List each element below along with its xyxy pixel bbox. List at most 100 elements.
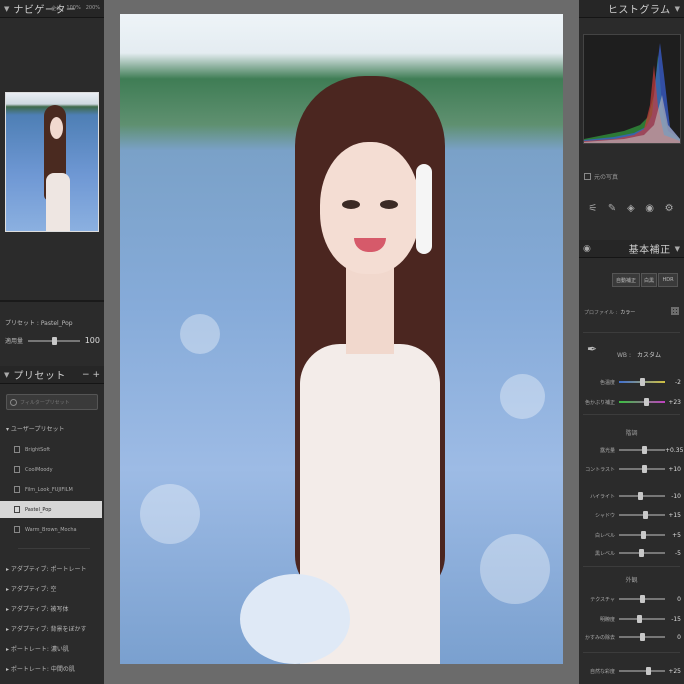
slider-thumb[interactable] xyxy=(640,595,645,603)
slider-track[interactable] xyxy=(619,511,665,519)
preset-item[interactable]: Warm_Brown_Mocha xyxy=(0,521,102,538)
toggle-circle-icon[interactable]: ◉ xyxy=(583,244,591,254)
slider-label: シャドウ xyxy=(594,512,615,519)
histogram-header[interactable]: ヒストグラム ▼ xyxy=(579,0,684,18)
eyedropper-icon[interactable]: ✒ xyxy=(587,342,597,356)
slider-thumb[interactable] xyxy=(637,492,643,500)
settings-icon[interactable]: ⚙ xyxy=(665,203,674,214)
mask-icon[interactable]: ◈ xyxy=(627,203,635,214)
user-presets-group[interactable]: ▾ ユーザープリセット xyxy=(6,424,64,433)
bw-button[interactable]: 白黒 xyxy=(641,273,657,287)
slider-track[interactable] xyxy=(619,615,665,623)
slider-thumb[interactable] xyxy=(639,549,645,557)
profile-value[interactable]: カラー xyxy=(620,310,635,316)
slider-thumb[interactable] xyxy=(643,398,649,406)
basic-slider-row[interactable]: コントラスト +10 xyxy=(583,464,681,474)
slider-thumb[interactable] xyxy=(642,465,648,473)
basic-slider-row[interactable]: 色温度 -2 xyxy=(583,377,681,387)
slider-label: 黒レベル xyxy=(594,550,615,557)
slider-thumb[interactable] xyxy=(643,511,649,519)
slider-value[interactable]: +10 xyxy=(665,466,681,473)
slider-thumb[interactable] xyxy=(640,633,645,641)
amount-slider-thumb[interactable] xyxy=(51,336,57,345)
basic-slider-row[interactable]: 黒レベル -5 xyxy=(583,548,681,558)
slider-track[interactable] xyxy=(619,633,665,641)
preset-folder-label: アダプティブ: 背景をぼかす xyxy=(10,626,87,633)
slider-thumb[interactable] xyxy=(636,615,642,623)
preset-folder[interactable]: ▸ アダプティブ: 空 xyxy=(6,584,57,593)
basic-slider-row[interactable]: 白レベル +5 xyxy=(583,530,681,540)
slider-value[interactable]: +23 xyxy=(665,399,681,406)
preset-folder[interactable]: ▸ アダプティブ: 被写体 xyxy=(6,604,69,613)
redeye-icon[interactable]: ◉ xyxy=(645,203,654,214)
presets-header[interactable]: ▼ プリセット − + xyxy=(0,366,104,384)
heal-icon[interactable]: ✎ xyxy=(608,203,616,214)
auto-button[interactable]: 自動補正 xyxy=(612,273,640,287)
basic-slider-row[interactable]: 明瞭度 -15 xyxy=(583,614,681,624)
add-remove-preset-buttons[interactable]: − + xyxy=(82,370,100,380)
basic-slider-row[interactable]: ハイライト -10 xyxy=(583,491,681,501)
collapse-triangle-icon[interactable]: ▼ xyxy=(675,245,680,253)
slider-value[interactable]: +0.35 xyxy=(665,447,683,454)
photo-canvas[interactable] xyxy=(104,0,579,684)
basic-slider-row[interactable]: かすみの除去 0 xyxy=(583,632,681,642)
basic-slider-row[interactable]: 自然な彩度 +25 xyxy=(583,666,681,676)
hdr-button[interactable]: HDR xyxy=(658,273,678,287)
collapse-triangle-icon[interactable]: ▼ xyxy=(675,5,680,13)
preset-item-label: Film_Look_FUJIFILM xyxy=(25,486,73,493)
divider xyxy=(583,652,680,653)
wb-value[interactable]: カスタム xyxy=(637,352,661,359)
show-original-toggle[interactable]: 元の写真 xyxy=(584,172,618,181)
basic-slider-row[interactable]: テクスチャ 0 xyxy=(583,594,681,604)
zoom-100[interactable]: 100% xyxy=(66,5,80,12)
basic-header[interactable]: ◉ 基本補正 ▼ xyxy=(579,240,684,258)
checkbox-icon[interactable] xyxy=(584,173,591,180)
preset-folder[interactable]: ▸ アダプティブ: 背景をぼかす xyxy=(6,624,87,633)
preset-item[interactable]: CoolMoody xyxy=(0,461,102,478)
slider-thumb[interactable] xyxy=(640,531,646,539)
preset-folder[interactable]: ▸ ポートレート: 中間の肌 xyxy=(6,664,75,673)
preset-folder[interactable]: ▸ ポートレート: 濃い肌 xyxy=(6,644,69,653)
slider-value[interactable]: -15 xyxy=(665,616,681,623)
slider-thumb[interactable] xyxy=(645,667,651,675)
preset-item[interactable]: Film_Look_FUJIFILM xyxy=(0,481,102,498)
zoom-fit[interactable]: 全体 xyxy=(51,5,61,12)
slider-value[interactable]: +25 xyxy=(665,668,681,675)
preset-item[interactable]: Pastel_Pop xyxy=(0,501,102,518)
slider-track[interactable] xyxy=(619,398,665,406)
slider-value[interactable]: -5 xyxy=(665,550,681,557)
profile-browser-icon[interactable] xyxy=(671,307,679,315)
basic-slider-row[interactable]: シャドウ +15 xyxy=(583,510,681,520)
zoom-200[interactable]: 200% xyxy=(86,5,100,12)
navigator-thumbnail[interactable] xyxy=(5,92,99,232)
amount-slider[interactable] xyxy=(28,336,80,345)
basic-slider-row[interactable]: 露光量 +0.35 xyxy=(583,445,683,455)
slider-value[interactable]: -2 xyxy=(665,379,681,386)
slider-value[interactable]: +5 xyxy=(665,532,681,539)
slider-track[interactable] xyxy=(619,378,665,386)
slider-thumb[interactable] xyxy=(641,446,647,454)
collapse-triangle-icon[interactable]: ▼ xyxy=(4,371,9,379)
collapse-triangle-icon[interactable]: ▼ xyxy=(4,5,9,13)
preset-item[interactable]: BrightSoft xyxy=(0,441,102,458)
slider-track[interactable] xyxy=(619,465,665,473)
slider-track[interactable] xyxy=(619,667,665,675)
slider-track[interactable] xyxy=(619,531,665,539)
slider-value[interactable]: +15 xyxy=(665,512,681,519)
preset-folder[interactable]: ▸ アダプティブ: ポートレート xyxy=(6,564,87,573)
preset-search-input[interactable]: フィルタープリセット xyxy=(6,394,98,410)
wb-row[interactable]: WB : カスタム xyxy=(617,350,661,359)
profile-row[interactable]: プロファイル : カラー xyxy=(584,309,635,316)
navigator-header[interactable]: ▼ ナビゲーター 全体 100% 200% xyxy=(0,0,104,18)
basic-slider-row[interactable]: 色かぶり補正 +23 xyxy=(583,397,681,407)
slider-value[interactable]: -10 xyxy=(665,493,681,500)
slider-thumb[interactable] xyxy=(639,378,645,386)
slider-value[interactable]: 0 xyxy=(665,634,681,641)
slider-track[interactable] xyxy=(619,492,665,500)
sliders-icon[interactable]: ⚟ xyxy=(588,203,597,214)
slider-track[interactable] xyxy=(619,446,665,454)
slider-track[interactable] xyxy=(619,595,665,603)
slider-value[interactable]: 0 xyxy=(665,596,681,603)
slider-track[interactable] xyxy=(619,549,665,557)
main-photo[interactable] xyxy=(120,14,563,664)
